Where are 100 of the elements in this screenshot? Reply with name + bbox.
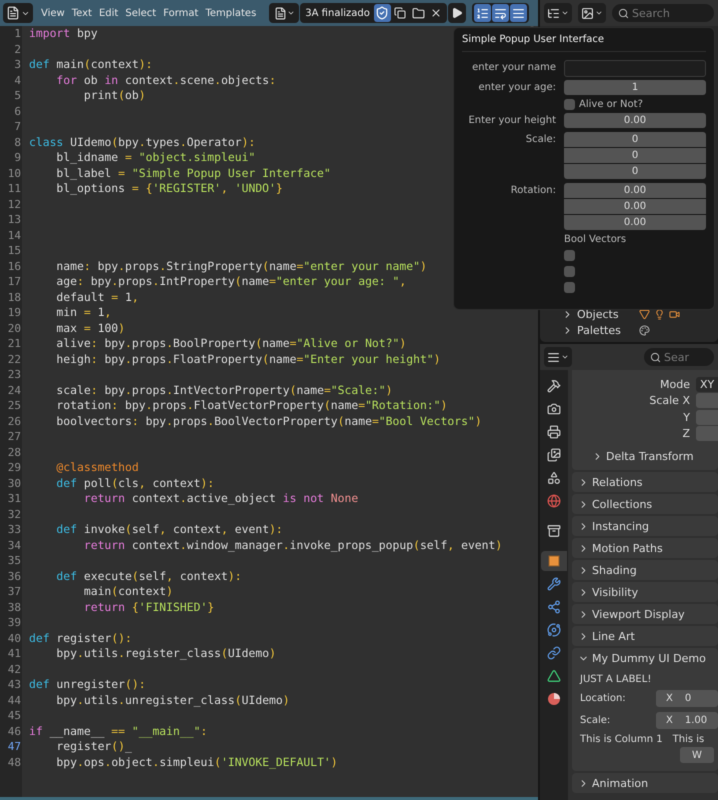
square-icon [547, 554, 561, 568]
image-icon [581, 6, 594, 20]
line-number: 24 [6, 382, 22, 398]
document-icon [6, 6, 20, 20]
code-line: max = 100) [55, 320, 126, 336]
code-line: def execute(self, context): [55, 568, 242, 584]
field-label: Mode [659, 378, 690, 391]
number-field[interactable]: 0.00 [564, 183, 706, 198]
outliner-row[interactable]: Objects [540, 306, 718, 322]
number-field[interactable]: X 1.00 [656, 712, 718, 729]
number-field[interactable]: 0 [564, 164, 706, 179]
line-number: 38 [6, 600, 22, 615]
line-number: 2 [13, 42, 22, 57]
editor-type-button[interactable] [544, 347, 572, 367]
line-number: 48 [6, 754, 22, 770]
lines-icon [547, 350, 560, 364]
play-icon [450, 7, 463, 19]
field-label: Y [682, 410, 690, 424]
line-number: 42 [6, 662, 22, 677]
field-label: Scale: [580, 715, 612, 726]
code-line: bpy.utils.unregister_class(UIdemo) [55, 692, 290, 708]
triangle-icon [547, 669, 561, 683]
search-icon [650, 352, 661, 362]
shapes-icon [547, 471, 561, 485]
code-line: heigh: bpy.props.FloatProperty(name="Enter your height") [55, 352, 441, 367]
field-label: enter your age: [477, 81, 556, 95]
panel-header[interactable]: Motion Paths [572, 538, 718, 558]
menu-item[interactable]: Text [68, 3, 95, 23]
document-icon [274, 6, 287, 20]
line-number: 26 [6, 414, 22, 429]
outliner-row[interactable]: Palettes [540, 322, 718, 338]
caret-icon [561, 9, 569, 17]
panel-header[interactable]: Animation [572, 773, 718, 793]
field-label: Location: [580, 693, 627, 704]
panel-header[interactable]: Line Art [572, 626, 718, 646]
subpanel-header[interactable]: Delta Transform [572, 442, 718, 470]
number-field[interactable]: 0 [564, 132, 706, 147]
number-field[interactable]: 0.00 [564, 215, 706, 230]
line-number: 13 [6, 212, 22, 228]
menu-item[interactable]: Edit [96, 3, 122, 23]
menu-item[interactable]: Templates [202, 3, 260, 23]
panel-header[interactable]: Viewport Display [572, 604, 718, 624]
shield-icon [375, 6, 390, 20]
panel-header[interactable]: Shading [572, 560, 718, 580]
display-mode-button[interactable] [544, 3, 572, 23]
wrap-button[interactable] [492, 4, 509, 22]
globe-icon [547, 494, 561, 508]
search-field[interactable]: Sear [644, 348, 714, 366]
caret-icon [561, 353, 569, 361]
panel-header[interactable]: Relations [572, 472, 718, 492]
code-line: if __name__ == "__main__": [28, 724, 208, 739]
number-field[interactable]: 0 [564, 148, 706, 163]
line-number: 21 [6, 336, 22, 352]
code-line: register()_ [55, 739, 132, 754]
run-button[interactable] [448, 3, 466, 23]
number-field[interactable]: 0.00 [564, 113, 706, 128]
number-field[interactable]: 1 [564, 80, 706, 95]
number-field[interactable]: 0.00 [564, 199, 706, 214]
line-number: 39 [6, 615, 22, 630]
menu-item[interactable]: Format [160, 3, 202, 23]
copy-icon [394, 7, 406, 19]
line-number: 12 [6, 196, 22, 212]
checkbox[interactable] [564, 99, 575, 110]
filter-button[interactable] [578, 3, 606, 23]
code-line: class UIdemo(bpy.types.Operator): [28, 134, 256, 150]
code-line: def poll(cls, context): [55, 476, 214, 491]
editor-type-button[interactable] [3, 3, 33, 23]
number-field[interactable]: X 0 [656, 690, 718, 707]
panel-button[interactable]: W [680, 747, 714, 763]
line-number: 19 [6, 305, 22, 320]
checkbox[interactable] [564, 282, 575, 293]
lines-button[interactable] [510, 4, 527, 22]
code-line: name: bpy.props.StringProperty(name="enter your name") [55, 258, 427, 274]
code-line: def main(context): [28, 57, 152, 72]
name-field[interactable] [564, 60, 706, 77]
checkbox[interactable] [564, 266, 575, 277]
hammer-icon [547, 379, 561, 393]
panel-header[interactable]: Visibility [572, 582, 718, 602]
search-icon [618, 8, 629, 18]
line-number: 6 [13, 104, 22, 119]
orbit-icon [547, 623, 561, 637]
search-field[interactable]: Search [612, 4, 714, 22]
checkbox[interactable] [564, 250, 575, 261]
sphere-icon [547, 692, 561, 706]
menu-item[interactable]: Select [122, 3, 160, 23]
camera-icon [547, 402, 561, 416]
column-label: This is [672, 734, 704, 745]
shield-button[interactable] [374, 4, 391, 22]
line-number: 45 [6, 708, 22, 724]
panel-header[interactable]: Instancing [572, 516, 718, 536]
menu-item[interactable]: View [38, 3, 68, 23]
code-line: default = 1, [55, 290, 139, 305]
panel-header[interactable]: Collections [572, 494, 718, 514]
line-numbers-button[interactable] [474, 4, 491, 22]
panel-header[interactable]: My Dummy UI Demo [572, 648, 718, 668]
panel-label: JUST A LABEL! [580, 674, 652, 685]
line-number: 44 [6, 692, 22, 708]
code-line: def invoke(self, context, event): [55, 522, 283, 538]
code-line: rotation: bpy.props.FloatVectorProperty(name="Rotation:") [55, 398, 448, 414]
dropdown[interactable]: XY [696, 376, 718, 392]
